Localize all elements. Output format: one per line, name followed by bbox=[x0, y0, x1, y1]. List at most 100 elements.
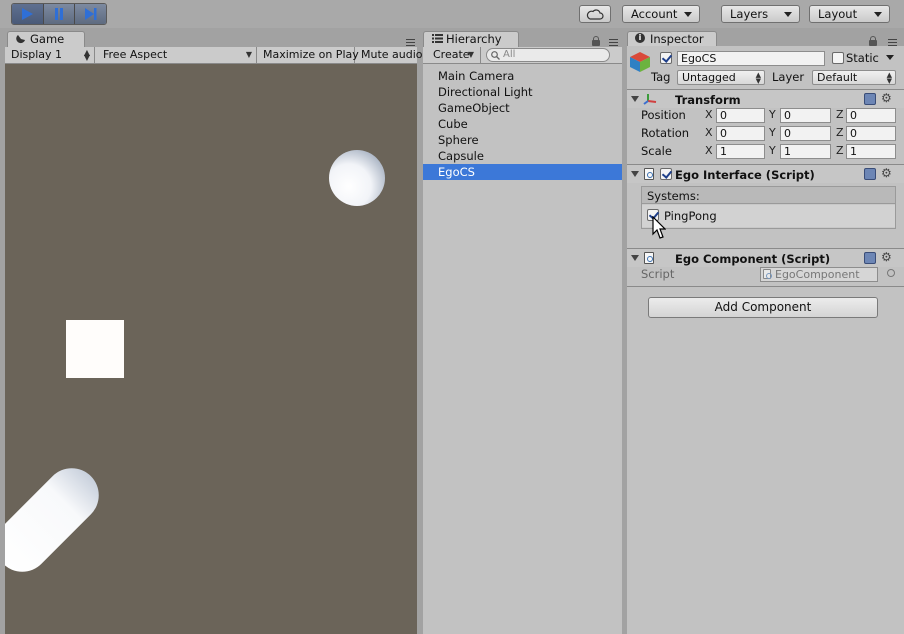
script-field: EgoComponent bbox=[760, 267, 878, 282]
up-down-arrow-icon: ▲ ▼ bbox=[755, 71, 761, 85]
game-viewport[interactable] bbox=[5, 64, 417, 634]
add-component-button[interactable]: Add Component bbox=[648, 297, 878, 318]
script-icon bbox=[644, 168, 654, 180]
system-row-pingpong[interactable]: PingPong bbox=[642, 205, 895, 227]
up-down-arrow-icon: ▲ ▼ bbox=[83, 48, 90, 62]
object-picker-icon[interactable] bbox=[887, 269, 895, 277]
chevron-down-icon[interactable] bbox=[886, 55, 894, 60]
create-label: Create bbox=[433, 48, 470, 61]
rotation-z-field[interactable]: 0 bbox=[846, 126, 896, 141]
position-z-field[interactable]: 0 bbox=[846, 108, 896, 123]
layers-dropdown[interactable]: Layers bbox=[721, 5, 800, 23]
rotation-y-field[interactable]: 0 bbox=[780, 126, 831, 141]
gear-icon[interactable]: ⚙ bbox=[881, 251, 892, 263]
tag-dropdown[interactable]: Untagged ▲ ▼ bbox=[677, 70, 765, 85]
position-label: Position bbox=[641, 108, 686, 122]
static-checkbox[interactable] bbox=[832, 52, 844, 64]
pause-button[interactable] bbox=[43, 4, 76, 24]
maximize-on-play-toggle[interactable]: Maximize on Play bbox=[257, 47, 359, 64]
systems-header: Systems: bbox=[642, 187, 895, 204]
up-down-arrow-icon: ▲ ▼ bbox=[886, 71, 892, 85]
aspect-label: Free Aspect bbox=[103, 48, 168, 61]
ego-interface-enabled-checkbox[interactable] bbox=[660, 168, 672, 180]
active-checkbox[interactable] bbox=[660, 52, 672, 64]
scale-x-field[interactable]: 1 bbox=[716, 144, 765, 159]
game-controller-icon bbox=[16, 35, 25, 44]
main-toolbar: Account Layers Layout bbox=[0, 0, 904, 28]
chevron-down-icon bbox=[684, 12, 692, 17]
tab-inspector[interactable]: i Inspector bbox=[627, 31, 717, 47]
tab-hierarchy[interactable]: Hierarchy bbox=[423, 31, 519, 47]
play-controls bbox=[11, 3, 107, 25]
inspector-menu-icon[interactable] bbox=[888, 39, 897, 46]
mute-audio-toggle[interactable]: Mute audio bbox=[355, 47, 423, 64]
cloud-button[interactable] bbox=[579, 5, 611, 23]
object-name-field[interactable]: EgoCS bbox=[677, 51, 825, 66]
scale-label: Scale bbox=[641, 144, 672, 158]
expand-triangle-icon bbox=[631, 171, 639, 177]
aspect-dropdown[interactable]: Free Aspect ▼ bbox=[97, 47, 257, 64]
cloud-icon bbox=[586, 8, 604, 20]
hierarchy-item-cube[interactable]: Cube bbox=[423, 116, 622, 132]
hierarchy-item-gameobject[interactable]: GameObject bbox=[423, 100, 622, 116]
axis-x-label: X bbox=[705, 144, 713, 157]
play-icon bbox=[22, 8, 34, 20]
tab-hierarchy-label: Hierarchy bbox=[446, 32, 502, 46]
inspector-panel: EgoCS Static Tag Untagged ▲ ▼ Layer Defau… bbox=[627, 46, 904, 634]
hierarchy-toolbar: Create ▼ All bbox=[423, 47, 622, 64]
layout-label: Layout bbox=[818, 7, 858, 21]
hierarchy-item-sphere[interactable]: Sphere bbox=[423, 132, 622, 148]
rotation-x-field[interactable]: 0 bbox=[716, 126, 765, 141]
axis-z-label: Z bbox=[836, 126, 844, 139]
ego-interface-header[interactable]: Ego Interface (Script) ⚙ bbox=[627, 164, 904, 183]
display-dropdown[interactable]: Display 1 ▲ ▼ bbox=[5, 47, 95, 64]
gear-icon[interactable]: ⚙ bbox=[881, 167, 892, 179]
ego-component-header[interactable]: Ego Component (Script) ⚙ bbox=[627, 248, 904, 267]
hierarchy-item-capsule[interactable]: Capsule bbox=[423, 148, 622, 164]
play-button[interactable] bbox=[12, 4, 44, 24]
axis-x-label: X bbox=[705, 108, 713, 121]
help-icon[interactable] bbox=[864, 93, 876, 105]
pingpong-label: PingPong bbox=[664, 209, 717, 223]
search-icon bbox=[491, 51, 500, 60]
axis-x-label: X bbox=[705, 126, 713, 139]
cube-object bbox=[66, 320, 124, 378]
hierarchy-item-main-camera[interactable]: Main Camera bbox=[423, 68, 622, 84]
help-icon[interactable] bbox=[864, 168, 876, 180]
expand-triangle-icon bbox=[631, 96, 639, 102]
capsule-object bbox=[5, 468, 99, 572]
help-icon[interactable] bbox=[864, 252, 876, 264]
hierarchy-list: Main Camera Directional Light GameObject… bbox=[423, 64, 622, 634]
scale-z-field[interactable]: 1 bbox=[846, 144, 896, 159]
script-icon bbox=[644, 252, 654, 264]
transform-header[interactable]: Transform ⚙ bbox=[627, 89, 904, 108]
hierarchy-item-egocs[interactable]: EgoCS bbox=[423, 164, 622, 180]
ego-interface-title: Ego Interface (Script) bbox=[675, 168, 815, 182]
axis-y-label: Y bbox=[769, 108, 776, 121]
mouse-cursor-icon bbox=[652, 216, 666, 239]
hierarchy-search-input[interactable]: All bbox=[486, 48, 610, 62]
static-label: Static bbox=[846, 51, 879, 65]
pause-icon bbox=[55, 8, 63, 20]
expand-triangle-icon bbox=[631, 255, 639, 261]
lock-icon[interactable] bbox=[592, 36, 600, 46]
rotation-label: Rotation bbox=[641, 126, 690, 140]
layer-label: Layer bbox=[772, 70, 805, 84]
game-panel-menu-icon[interactable] bbox=[406, 39, 415, 46]
gear-icon[interactable]: ⚙ bbox=[881, 92, 892, 104]
chevron-down-icon: ▼ bbox=[467, 50, 474, 59]
step-button[interactable] bbox=[75, 4, 106, 24]
mute-label: Mute audio bbox=[361, 48, 423, 61]
tab-game[interactable]: Game bbox=[7, 31, 85, 47]
scale-y-field[interactable]: 1 bbox=[780, 144, 831, 159]
position-x-field[interactable]: 0 bbox=[716, 108, 765, 123]
hierarchy-menu-icon[interactable] bbox=[609, 39, 618, 46]
layer-dropdown[interactable]: Default ▲ ▼ bbox=[812, 70, 896, 85]
create-dropdown[interactable]: Create ▼ bbox=[423, 47, 481, 64]
account-dropdown[interactable]: Account bbox=[622, 5, 700, 23]
layout-dropdown[interactable]: Layout bbox=[809, 5, 890, 23]
hierarchy-item-directional-light[interactable]: Directional Light bbox=[423, 84, 622, 100]
position-y-field[interactable]: 0 bbox=[780, 108, 831, 123]
game-scene bbox=[5, 150, 385, 572]
step-icon bbox=[84, 8, 97, 20]
